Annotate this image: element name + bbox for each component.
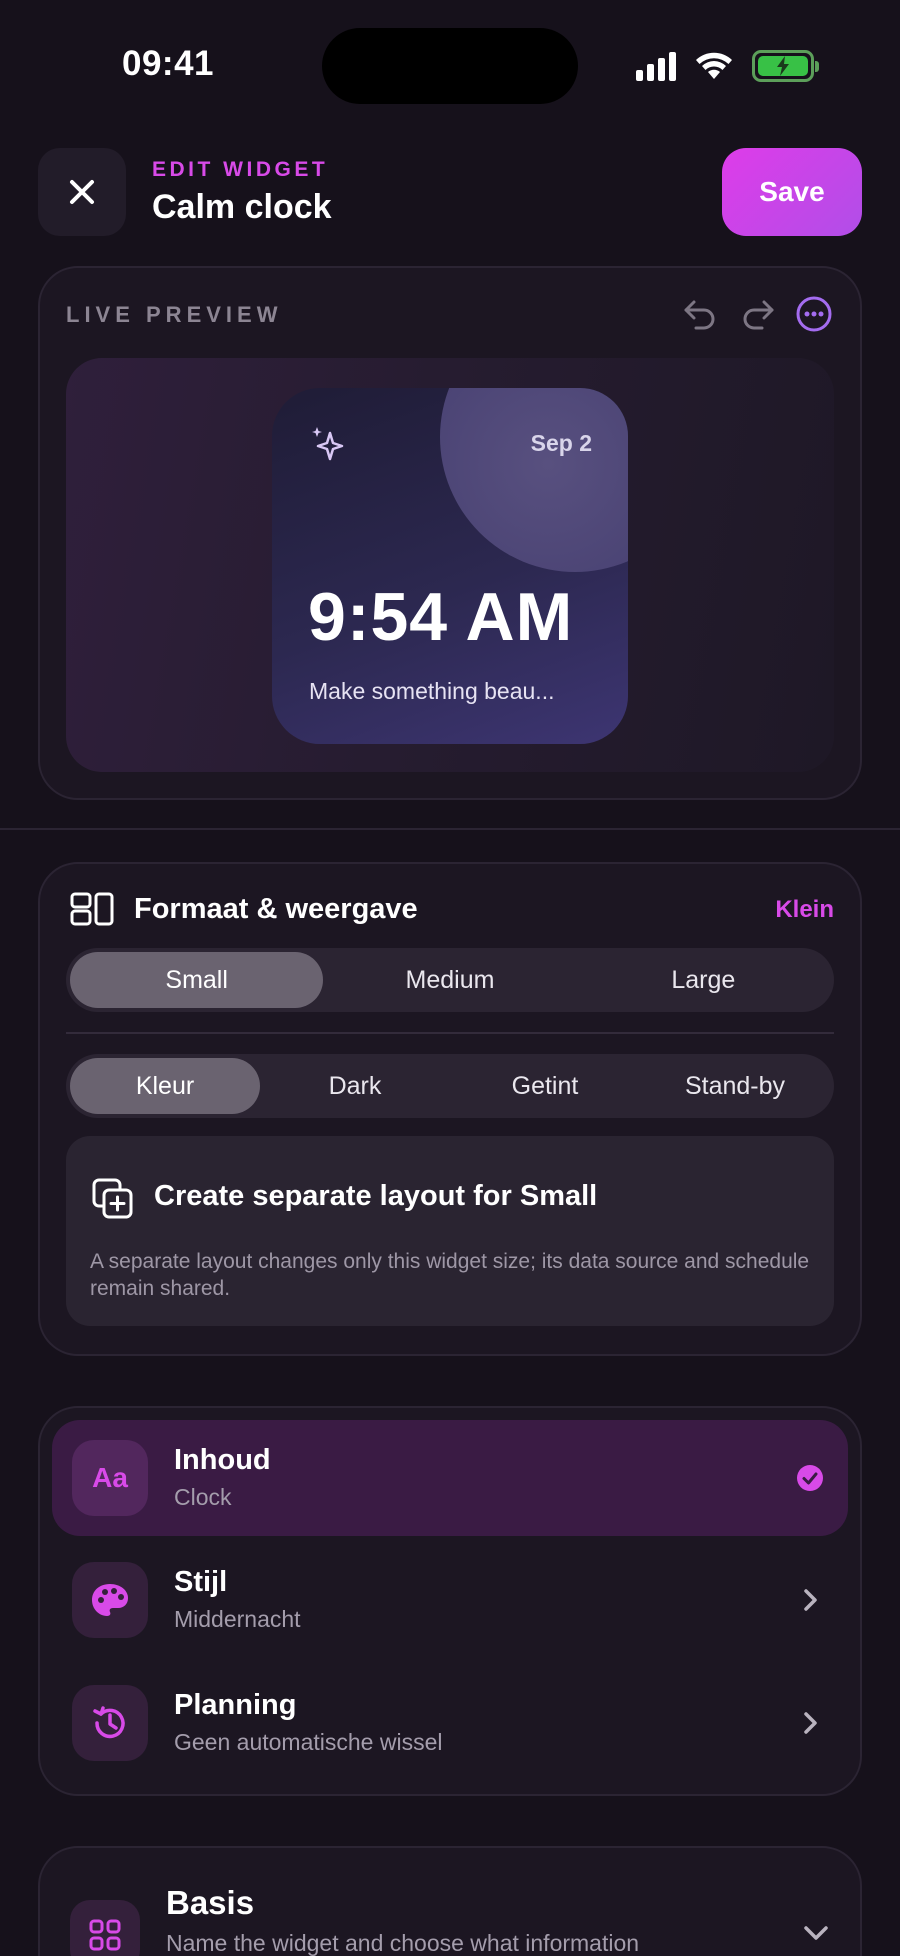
- page-title: Calm clock: [152, 188, 332, 226]
- size-option-large[interactable]: Large: [577, 952, 830, 1008]
- tone-option-kleur[interactable]: Kleur: [70, 1058, 260, 1114]
- menu-item-label: Stijl: [174, 1566, 228, 1598]
- close-button[interactable]: [38, 148, 126, 236]
- layout-size-icon: [70, 892, 114, 926]
- tone-segmented-control: Kleur Dark Getint Stand-by: [66, 1054, 834, 1118]
- basis-title: Basis: [166, 1884, 255, 1921]
- history-icon: [72, 1685, 148, 1761]
- text-icon: Aa: [72, 1440, 148, 1516]
- chevron-right-icon: [790, 1703, 830, 1743]
- basis-subtitle: Name the widget and choose what informat…: [166, 1930, 640, 1956]
- section-divider: [0, 828, 900, 830]
- redo-icon: [743, 300, 774, 330]
- menu-item-sub: Middernacht: [174, 1606, 301, 1632]
- close-icon: [70, 180, 94, 204]
- battery-icon: [752, 50, 819, 82]
- dynamic-island: [322, 28, 578, 104]
- menu-item-stijl[interactable]: Stijl Middernacht: [52, 1542, 848, 1658]
- menu-item-planning[interactable]: Planning Geen automatische wissel: [52, 1665, 848, 1781]
- format-divider: [66, 1032, 834, 1034]
- menu-item-inhoud[interactable]: Aa Inhoud Clock: [52, 1420, 848, 1536]
- tone-option-dark[interactable]: Dark: [260, 1058, 450, 1114]
- check-circle-icon: [790, 1458, 830, 1498]
- size-segmented-control: Small Medium Large: [66, 948, 834, 1012]
- add-layout-icon: [92, 1178, 133, 1219]
- live-preview-label: LIVE PREVIEW: [66, 302, 283, 327]
- status-time: 09:41: [122, 44, 215, 83]
- header-kicker: EDIT WIDGET: [152, 158, 329, 181]
- widget-caption: Make something beau...: [309, 678, 555, 704]
- status-icons: [636, 48, 819, 84]
- undo-button[interactable]: [678, 292, 722, 336]
- size-option-small[interactable]: Small: [70, 952, 324, 1008]
- chevron-right-icon: [790, 1580, 830, 1620]
- format-current-value: Klein: [775, 896, 834, 923]
- widget-date: Sep 2: [530, 430, 592, 456]
- undo-icon: [684, 300, 715, 330]
- chevron-down-icon[interactable]: [796, 1914, 836, 1954]
- tone-option-getint[interactable]: Getint: [450, 1058, 640, 1114]
- palette-icon: [72, 1562, 148, 1638]
- menu-item-label: Inhoud: [174, 1444, 271, 1476]
- sparkle-icon: [312, 427, 344, 461]
- more-options-button[interactable]: [792, 292, 836, 336]
- more-icon: [796, 296, 832, 332]
- charging-bolt-icon: [777, 56, 789, 76]
- tone-option-standby[interactable]: Stand-by: [640, 1058, 830, 1114]
- redo-button[interactable]: [736, 292, 780, 336]
- save-button[interactable]: Save: [722, 148, 862, 236]
- menu-item-label: Planning: [174, 1689, 297, 1721]
- cellular-signal-icon: [636, 51, 676, 81]
- menu-item-sub: Clock: [174, 1484, 232, 1510]
- widget-time: 9:54 AM: [308, 579, 574, 655]
- separate-layout-title: Create separate layout for Small: [154, 1180, 598, 1212]
- separate-layout-description: A separate layout changes only this widg…: [90, 1250, 810, 1300]
- wifi-icon: [696, 52, 732, 79]
- moon-decoration: [440, 388, 628, 572]
- menu-item-sub: Geen automatische wissel: [174, 1729, 443, 1755]
- format-title: Formaat & weergave: [134, 893, 418, 925]
- grid-icon: [70, 1900, 140, 1956]
- size-option-medium[interactable]: Medium: [323, 952, 576, 1008]
